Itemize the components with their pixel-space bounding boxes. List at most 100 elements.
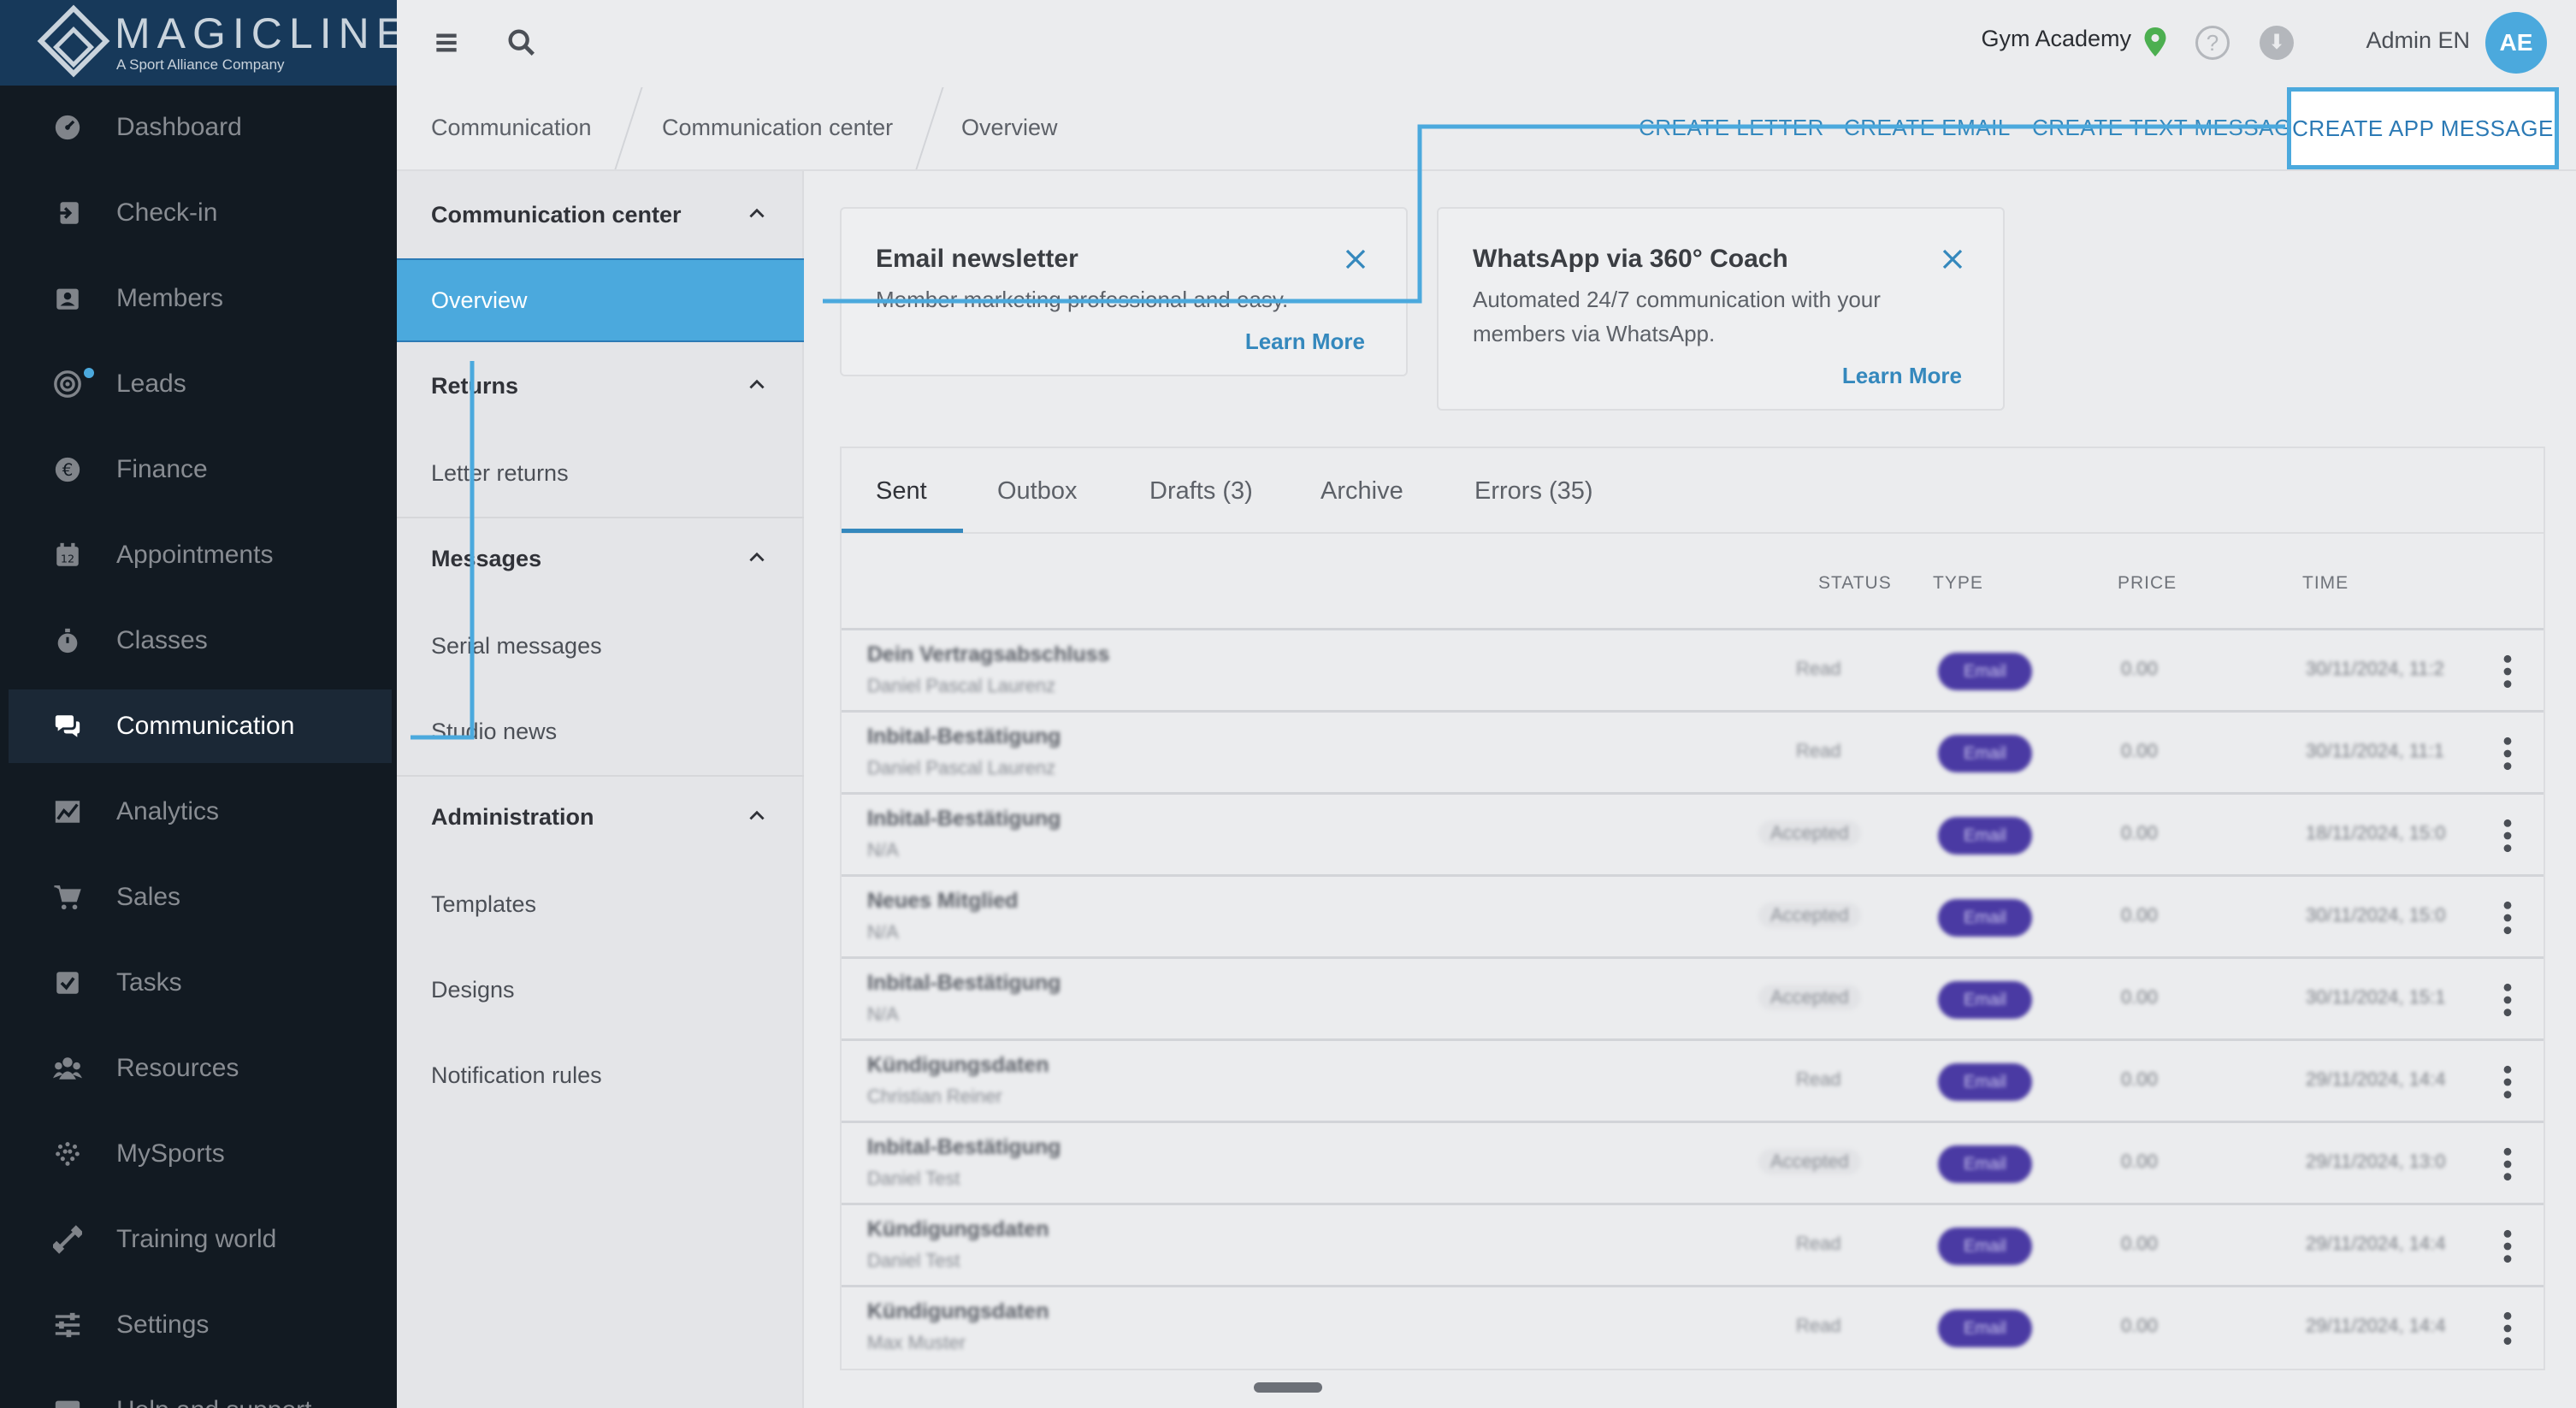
sidebar-item-settings[interactable]: Settings (9, 1288, 392, 1362)
learn-more-link[interactable]: Learn More (1842, 363, 1962, 389)
message-time: 29/11/2024, 13:0 (2306, 1151, 2446, 1172)
create-email-button[interactable]: CREATE EMAIL (1844, 115, 2011, 141)
download-icon[interactable]: ⬇ (2260, 26, 2294, 60)
learn-more-link[interactable]: Learn More (1245, 328, 1365, 355)
magicline-logo[interactable]: MAGICLINE A Sport Alliance Company (0, 0, 397, 86)
subnav-item-letter-returns[interactable]: Letter returns (431, 460, 569, 487)
more-options-icon[interactable] (2502, 1063, 2513, 1101)
more-options-icon[interactable] (2502, 735, 2513, 772)
calendar-icon: 12 (53, 541, 82, 570)
message-title: Neues Mitglied (867, 889, 1019, 913)
more-options-icon[interactable] (2502, 817, 2513, 855)
communication-subnav: Communication center Overview Returns Le… (397, 171, 804, 1408)
sidebar-item-classes[interactable]: Classes (9, 604, 392, 677)
more-options-icon[interactable] (2502, 981, 2513, 1019)
chevron-up-icon[interactable] (746, 202, 768, 224)
column-header-type[interactable]: TYPE (1933, 573, 1983, 594)
breadcrumb-communication-center[interactable]: Communication center (662, 115, 893, 141)
subnav-item-studio-news[interactable]: Studio news (431, 719, 557, 745)
table-row[interactable]: Inbital-Bestätigung N/A Accepted Email 0… (842, 792, 2544, 874)
table-row[interactable]: Kündigungsdaten Daniel Test Read Email 0… (842, 1203, 2544, 1285)
column-header-status[interactable]: STATUS (1818, 573, 1892, 594)
scroll-handle[interactable] (1254, 1382, 1322, 1393)
subnav-item-overview[interactable]: Overview (397, 258, 804, 342)
more-options-icon[interactable] (2502, 1310, 2513, 1347)
message-recipient: Daniel Test (867, 1250, 960, 1271)
sidebar-item-leads[interactable]: Leads (9, 347, 392, 421)
table-row[interactable]: Inbital-Bestätigung Daniel Test Accepted… (842, 1121, 2544, 1203)
subnav-item-notification-rules[interactable]: Notification rules (431, 1062, 602, 1089)
sidebar-item-help[interactable]: Help and support (9, 1374, 392, 1408)
table-row[interactable]: Inbital-Bestätigung N/A Accepted Email 0… (842, 956, 2544, 1038)
sidebar-item-label: Communication (116, 712, 295, 740)
hamburger-menu-icon[interactable] (429, 26, 464, 60)
sidebar-item-communication[interactable]: Communication (9, 689, 392, 763)
table-row[interactable]: Inbital-Bestätigung Daniel Pascal Lauren… (842, 710, 2544, 792)
subnav-item-designs[interactable]: Designs (431, 977, 515, 1003)
sidebar-item-analytics[interactable]: Analytics (9, 775, 392, 849)
create-letter-button[interactable]: CREATE LETTER (1639, 115, 1824, 141)
tab-drafts[interactable]: Drafts (3) (1149, 477, 1253, 506)
subnav-item-serial-messages[interactable]: Serial messages (431, 633, 602, 660)
search-icon[interactable] (505, 26, 539, 60)
leads-notification-dot (84, 368, 94, 378)
close-icon[interactable] (1343, 246, 1368, 272)
type-badge: Email (1938, 653, 2032, 690)
sidebar-item-sales[interactable]: Sales (9, 861, 392, 934)
chevron-up-icon[interactable] (746, 546, 768, 568)
sidebar-item-label: Help and support (116, 1396, 312, 1408)
sliders-icon (53, 1310, 82, 1340)
subnav-section-communication-center[interactable]: Communication center (431, 202, 682, 228)
more-options-icon[interactable] (2502, 653, 2513, 690)
chevron-up-icon[interactable] (746, 373, 768, 395)
chevron-up-icon[interactable] (746, 804, 768, 826)
sidebar-item-training-world[interactable]: Training world (9, 1203, 392, 1276)
sidebar-item-members[interactable]: Members (9, 262, 392, 335)
subnav-section-administration[interactable]: Administration (431, 804, 594, 831)
sidebar-item-label: Finance (116, 455, 208, 483)
table-row[interactable]: Dein Vertragsabschluss Daniel Pascal Lau… (842, 628, 2544, 710)
table-row[interactable]: Kündigungsdaten Max Muster Read Email 0.… (842, 1285, 2544, 1367)
subnav-item-templates[interactable]: Templates (431, 891, 536, 918)
message-time: 30/11/2024, 15:1 (2306, 986, 2446, 1008)
subnav-section-messages[interactable]: Messages (431, 546, 541, 572)
column-header-price[interactable]: PRICE (2118, 573, 2177, 594)
type-badge: Email (1938, 1145, 2032, 1183)
close-icon[interactable] (1940, 246, 1965, 272)
table-row[interactable]: Kündigungsdaten Christian Reiner Read Em… (842, 1038, 2544, 1121)
message-title: Inbital-Bestätigung (867, 725, 1061, 748)
user-name[interactable]: Admin EN (2366, 27, 2470, 54)
more-options-icon[interactable] (2502, 899, 2513, 937)
help-icon[interactable]: ? (2195, 26, 2230, 60)
message-price: 0.00 (2121, 740, 2158, 761)
sidebar-item-dashboard[interactable]: Dashboard (9, 91, 392, 164)
avatar[interactable]: AE (2485, 12, 2547, 74)
card-description: Member marketing professional and easy. (876, 287, 1289, 312)
sidebar-item-mysports[interactable]: MySports (9, 1117, 392, 1191)
members-icon (53, 284, 82, 313)
sidebar-item-finance[interactable]: € Finance (9, 433, 392, 506)
subnav-section-returns[interactable]: Returns (431, 373, 518, 399)
column-header-time[interactable]: TIME (2302, 573, 2349, 594)
breadcrumb-communication[interactable]: Communication (431, 115, 592, 141)
sidebar-item-tasks[interactable]: Tasks (9, 946, 392, 1020)
top-bar: Gym Academy ? ⬇ Admin EN AE (397, 0, 2576, 86)
tab-archive[interactable]: Archive (1320, 477, 1403, 506)
sidebar-item-check-in[interactable]: Check-in (9, 176, 392, 250)
tab-sent[interactable]: Sent (876, 477, 927, 506)
status-badge: Read (1796, 1315, 1841, 1336)
tab-errors[interactable]: Errors (35) (1474, 477, 1593, 506)
tab-outbox[interactable]: Outbox (997, 477, 1078, 506)
more-options-icon[interactable] (2502, 1228, 2513, 1265)
table-row[interactable]: Neues Mitglied N/A Accepted Email 0.00 3… (842, 874, 2544, 956)
sidebar-item-appointments[interactable]: 12 Appointments (9, 518, 392, 592)
status-badge: Accepted (1758, 820, 1861, 846)
more-options-icon[interactable] (2502, 1145, 2513, 1183)
message-time: 29/11/2024, 14:4 (2306, 1068, 2446, 1090)
studio-selector[interactable]: Gym Academy (1981, 26, 2131, 52)
create-text-message-button[interactable]: CREATE TEXT MESSAGE (2032, 115, 2307, 141)
card-title: Email newsletter (876, 245, 1078, 273)
create-app-message-button[interactable]: CREATE APP MESSAGE (2287, 87, 2559, 169)
sidebar-item-resources[interactable]: Resources (9, 1032, 392, 1105)
chat-icon (53, 712, 82, 741)
